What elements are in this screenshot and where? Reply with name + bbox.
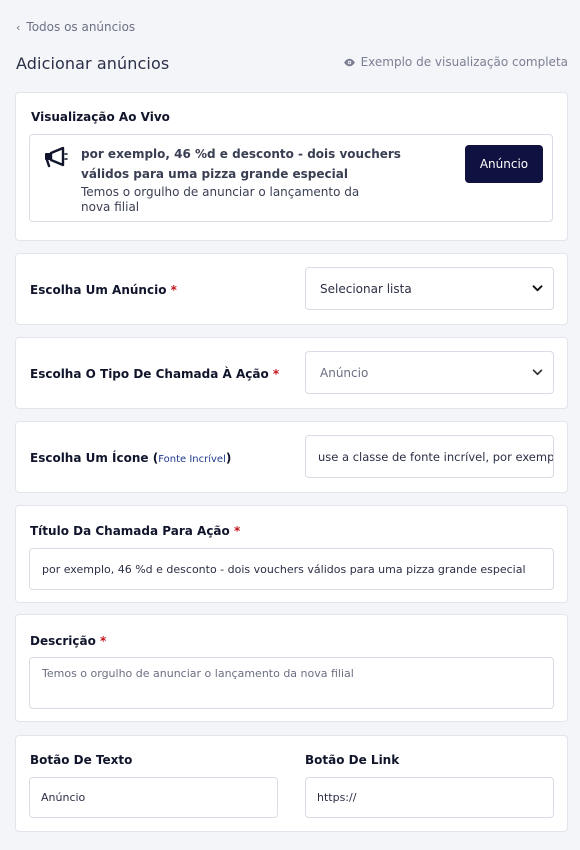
required-mark: * xyxy=(100,634,107,648)
announcement-select-card: Escolha Um Anúncio * Selecionar lista xyxy=(15,253,568,325)
chevron-down-icon xyxy=(532,369,543,376)
full-preview-link[interactable]: Exemplo de visualização completa xyxy=(343,55,568,69)
button-text-input[interactable]: Anúncio xyxy=(29,777,278,818)
announcement-label: Escolha Um Anúncio * xyxy=(30,283,177,297)
megaphone-icon xyxy=(45,146,68,168)
live-preview-box: por exemplo, 46 %d e desconto - dois vou… xyxy=(29,134,553,222)
icon-label: Escolha Um Ícone (Fonte Incrível) xyxy=(30,451,231,465)
icon-card: Escolha Um Ícone (Fonte Incrível) use a … xyxy=(15,421,568,493)
cta-type-label-text: Escolha O Tipo De Chamada À Ação xyxy=(30,367,269,381)
announcement-select[interactable]: Selecionar lista xyxy=(305,267,554,310)
cta-type-card: Escolha O Tipo De Chamada À Ação * Anúnc… xyxy=(15,337,568,409)
back-to-announcements-link[interactable]: ‹ Todos os anúncios xyxy=(16,20,135,34)
cta-type-select[interactable]: Anúncio xyxy=(305,351,554,394)
cta-title-card: Título Da Chamada Para Ação * por exempl… xyxy=(15,505,568,603)
page-title: Adicionar anúncios xyxy=(16,54,170,73)
button-link-input[interactable]: https:// xyxy=(305,777,554,818)
required-mark: * xyxy=(170,283,177,297)
description-card: Descrição * Temos o orgulho de anunciar … xyxy=(15,614,568,722)
cta-type-select-value: Anúncio xyxy=(320,365,369,380)
cta-title-label: Título Da Chamada Para Ação * xyxy=(30,524,240,538)
live-preview-card: Visualização Ao Vivo por exemplo, 46 %d … xyxy=(15,92,568,241)
eye-icon xyxy=(343,58,355,66)
font-awesome-link[interactable]: Fonte Incrível xyxy=(158,454,226,465)
description-label: Descrição * xyxy=(30,634,106,648)
cta-title-input[interactable]: por exemplo, 46 %d e desconto - dois vou… xyxy=(29,548,554,590)
description-label-text: Descrição xyxy=(30,634,96,648)
button-link-label: Botão De Link xyxy=(305,753,400,767)
cta-title-label-text: Título Da Chamada Para Ação xyxy=(30,524,230,538)
full-preview-label: Exemplo de visualização completa xyxy=(360,55,568,69)
live-preview-headline: por exemplo, 46 %d e desconto - dois vou… xyxy=(81,147,401,181)
icon-class-input[interactable]: use a classe de fonte incrível, por exem… xyxy=(305,435,554,478)
chevron-left-icon: ‹ xyxy=(16,20,21,34)
add-announcement-page: ‹ Todos os anúncios Adicionar anúncios E… xyxy=(0,0,580,850)
required-mark: * xyxy=(272,367,280,381)
cta-type-label: Escolha O Tipo De Chamada À Ação * xyxy=(30,367,279,381)
live-preview-button[interactable]: Anúncio xyxy=(465,145,543,183)
back-link-label: Todos os anúncios xyxy=(26,20,136,34)
button-text-label: Botão De Texto xyxy=(30,753,133,767)
description-textarea[interactable]: Temos o orgulho de anunciar o lançamento… xyxy=(29,657,554,709)
announcement-select-value: Selecionar lista xyxy=(320,281,412,296)
chevron-down-icon xyxy=(532,285,543,292)
live-preview-description: Temos o orgulho de anunciar o lançamento… xyxy=(81,185,360,214)
button-settings-card: Botão De Texto Botão De Link Anúncio htt… xyxy=(15,735,568,832)
required-mark: * xyxy=(233,524,241,538)
icon-link-close: ) xyxy=(225,451,232,465)
announcement-label-text: Escolha Um Anúncio xyxy=(30,283,167,297)
live-preview-title: Visualização Ao Vivo xyxy=(31,110,170,124)
icon-label-text: Escolha Um Ícone xyxy=(30,451,149,465)
